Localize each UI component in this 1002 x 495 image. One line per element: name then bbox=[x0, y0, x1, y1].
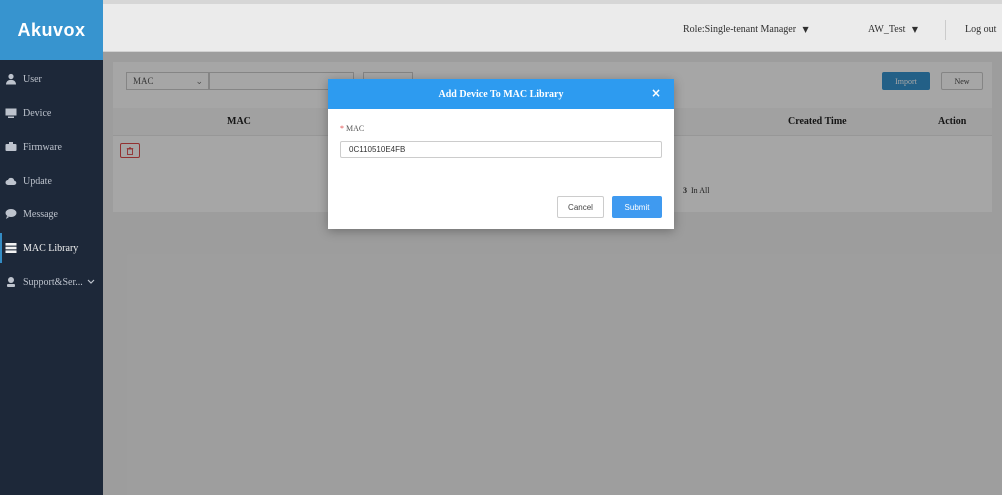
mac-label-text: MAC bbox=[346, 124, 365, 133]
mac-field-label: * MAC bbox=[340, 124, 364, 133]
mac-input[interactable]: 0C110510E4FB bbox=[340, 141, 662, 158]
sidebar-dim-overlay bbox=[0, 60, 103, 495]
required-mark: * bbox=[340, 124, 344, 133]
dialog-header: Add Device To MAC Library × bbox=[328, 79, 674, 109]
add-device-dialog: Add Device To MAC Library × * MAC 0C11051… bbox=[328, 79, 674, 229]
submit-button[interactable]: Submit bbox=[612, 196, 662, 218]
header-dim-overlay bbox=[103, 4, 1002, 52]
brand-logo: Akuvox bbox=[0, 0, 103, 60]
cancel-button[interactable]: Cancel bbox=[557, 196, 604, 218]
dialog-title: Add Device To MAC Library bbox=[438, 88, 564, 100]
close-icon[interactable]: × bbox=[650, 87, 662, 99]
